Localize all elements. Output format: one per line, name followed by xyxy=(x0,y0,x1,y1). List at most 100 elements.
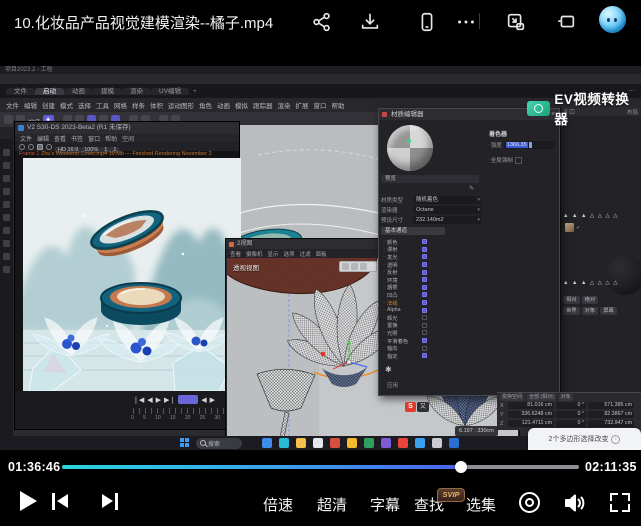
camera-icon xyxy=(527,101,550,116)
picture-viewer-footer: ❘◀◀▶▶❘ ◀▶ 05101520253035 xyxy=(15,391,239,429)
c4d-menu-item: 动画 xyxy=(217,100,230,110)
c4d-menu-item: 角色 xyxy=(199,100,212,110)
channel-checkbox xyxy=(422,285,427,290)
frame-numbers: 05101520253035 xyxy=(131,415,235,421)
channel-checkbox xyxy=(422,254,427,259)
viewport-menu-item: 查看 xyxy=(230,250,241,258)
record-circle-button[interactable] xyxy=(519,492,540,513)
shader-check-row: ◦ 全局强制 xyxy=(487,156,522,164)
previous-button[interactable] xyxy=(52,493,70,510)
more-button[interactable] xyxy=(450,6,482,38)
phone-mirror-icon xyxy=(416,11,438,33)
volume-button[interactable] xyxy=(563,492,587,519)
c4d-menu-item: 网格 xyxy=(114,100,127,110)
preview-section-header: 预览 xyxy=(381,175,479,183)
material-properties: 材质类型随机着色渲染器Octane预设尺寸232.140m2 xyxy=(381,195,481,225)
c4d-menu-item: 帮助 xyxy=(332,100,345,110)
taskbar-app-icon xyxy=(347,438,357,448)
channel-checkbox xyxy=(422,338,427,343)
coord-rotation: 0 ° xyxy=(556,420,586,427)
measure-chip: 6.197 : 330cm xyxy=(455,426,498,436)
control-bar: 倍速 超清 字幕 SVIP 查找 选集 xyxy=(0,479,641,526)
c4d-menu-item: 模拟 xyxy=(235,100,248,110)
seek-bar-remaining xyxy=(461,465,579,469)
episodes-button[interactable]: 选集 xyxy=(466,494,496,515)
c4d-tab: 动画 xyxy=(64,88,93,95)
download-button[interactable] xyxy=(354,6,386,38)
play-button[interactable] xyxy=(20,491,37,511)
material-channel-list: ◦颜色◦漫射◦发光◦透明◦反射◦环境◦烟雾◦凹凸◦法线◦Alpha◦辉光◦置换◦… xyxy=(383,238,427,360)
render-log: Frame 1 Zhu's Weekend Cover.mp4 10 Mb — … xyxy=(15,151,239,158)
c4d-menu-item: 模式 xyxy=(60,100,73,110)
taskbar-search: 搜索 xyxy=(196,438,242,449)
download-icon xyxy=(359,11,381,33)
c4d-left-palette xyxy=(0,139,13,439)
taskbar-app-icon xyxy=(398,438,408,448)
pv-menu-item: 空间 xyxy=(122,134,134,143)
prop-value: Octane xyxy=(413,206,481,214)
viewport-menu-item: 选项 xyxy=(284,250,295,258)
coord-mode-button: 相对 xyxy=(563,296,580,304)
shader-field-row: ◦ 强度 1366.35 xyxy=(487,141,554,149)
speed-button[interactable]: 倍速 xyxy=(263,494,293,515)
coords-row: Y336.6248 cm0 °82.3867 cm xyxy=(497,410,641,419)
check-icon: ✓ xyxy=(576,225,580,231)
topbar-divider xyxy=(479,13,480,29)
progress-row: 01:36:46 02:11:35 xyxy=(0,455,641,479)
recorded-titlebar: 项目2023.2 - 工程 xyxy=(0,66,641,74)
coord-position: 81.016 cm xyxy=(508,402,554,409)
more-icon xyxy=(455,11,477,33)
shader-checkbox xyxy=(515,157,522,164)
lock-icon xyxy=(37,144,43,150)
viewport-label: 透视视图 xyxy=(233,262,259,272)
c4d-menu-item: 渲染 xyxy=(278,100,291,110)
channel-checkbox xyxy=(422,262,427,267)
channel-checkbox xyxy=(422,277,427,282)
sogou-tools: 又 xyxy=(417,402,429,412)
phone-mirror-button[interactable] xyxy=(411,6,443,38)
coords-header-chip: 全部 (相对) xyxy=(527,394,556,401)
user-avatar[interactable] xyxy=(599,6,626,33)
window-icon xyxy=(18,125,24,131)
viewport-nav-widget xyxy=(339,261,377,272)
miniplayer-button[interactable] xyxy=(500,6,532,38)
c4d-menu-item: 选择 xyxy=(78,100,91,110)
pv-menu-item: 编辑 xyxy=(37,134,49,143)
undo-icon xyxy=(4,115,13,124)
picture-viewer-window: V2 S30-DS 2023-Beta2 (R1 未保存) 文件编辑查看书签窗口… xyxy=(14,121,240,430)
prop-label: 材质类型 xyxy=(381,196,411,204)
tv-cast-button[interactable] xyxy=(550,6,582,38)
taskbar-app-icon xyxy=(381,438,391,448)
shader-check-label: 全局强制 xyxy=(491,156,513,164)
c4d-tab: 启动 xyxy=(35,88,64,95)
channels-section-header: 基本通道 xyxy=(381,227,445,235)
frame-ruler xyxy=(133,408,233,414)
c4d-menu-item: 工具 xyxy=(96,100,109,110)
current-time: 01:36:46 xyxy=(8,460,60,474)
player-top-bar: 10.化妆品产品视觉建模渲染--橘子.mp4 xyxy=(0,0,641,45)
c4d-menu-item: 样条 xyxy=(132,100,145,110)
prop-value: 232.140m2 xyxy=(413,216,481,224)
fullscreen-button[interactable] xyxy=(610,493,630,512)
frame-chip xyxy=(178,395,198,404)
channel-checkbox xyxy=(422,247,427,252)
coord-rotation: 0 ° xyxy=(556,402,586,409)
coord-scale: 732.947 cm xyxy=(588,420,634,427)
taskbar-app-icon xyxy=(432,438,442,448)
seek-knob[interactable] xyxy=(455,461,467,473)
next-button[interactable] xyxy=(100,493,118,510)
material-thumbnail xyxy=(565,223,574,232)
channel-checkbox xyxy=(422,300,427,305)
seek-bar[interactable] xyxy=(62,465,579,469)
share-button[interactable] xyxy=(306,6,338,38)
c4d-menu-item: 体积 xyxy=(150,100,163,110)
subtitles-button[interactable]: 字幕 xyxy=(370,494,400,515)
viewport-menu-item: 显示 xyxy=(268,250,279,258)
channel-label: 指定 xyxy=(387,352,422,360)
viewport-menu-item: 摄像机 xyxy=(246,250,263,258)
channel-checkbox xyxy=(422,346,427,351)
video-surface[interactable]: 项目2023.2 - 工程 文件启动动画建模渲染UV编辑+ ⋯ 文件编辑创建模式… xyxy=(0,45,641,455)
converter-watermark: EV视频转换器 xyxy=(527,88,641,128)
quality-button[interactable]: 超清 xyxy=(317,494,347,515)
window-icon xyxy=(229,242,234,247)
